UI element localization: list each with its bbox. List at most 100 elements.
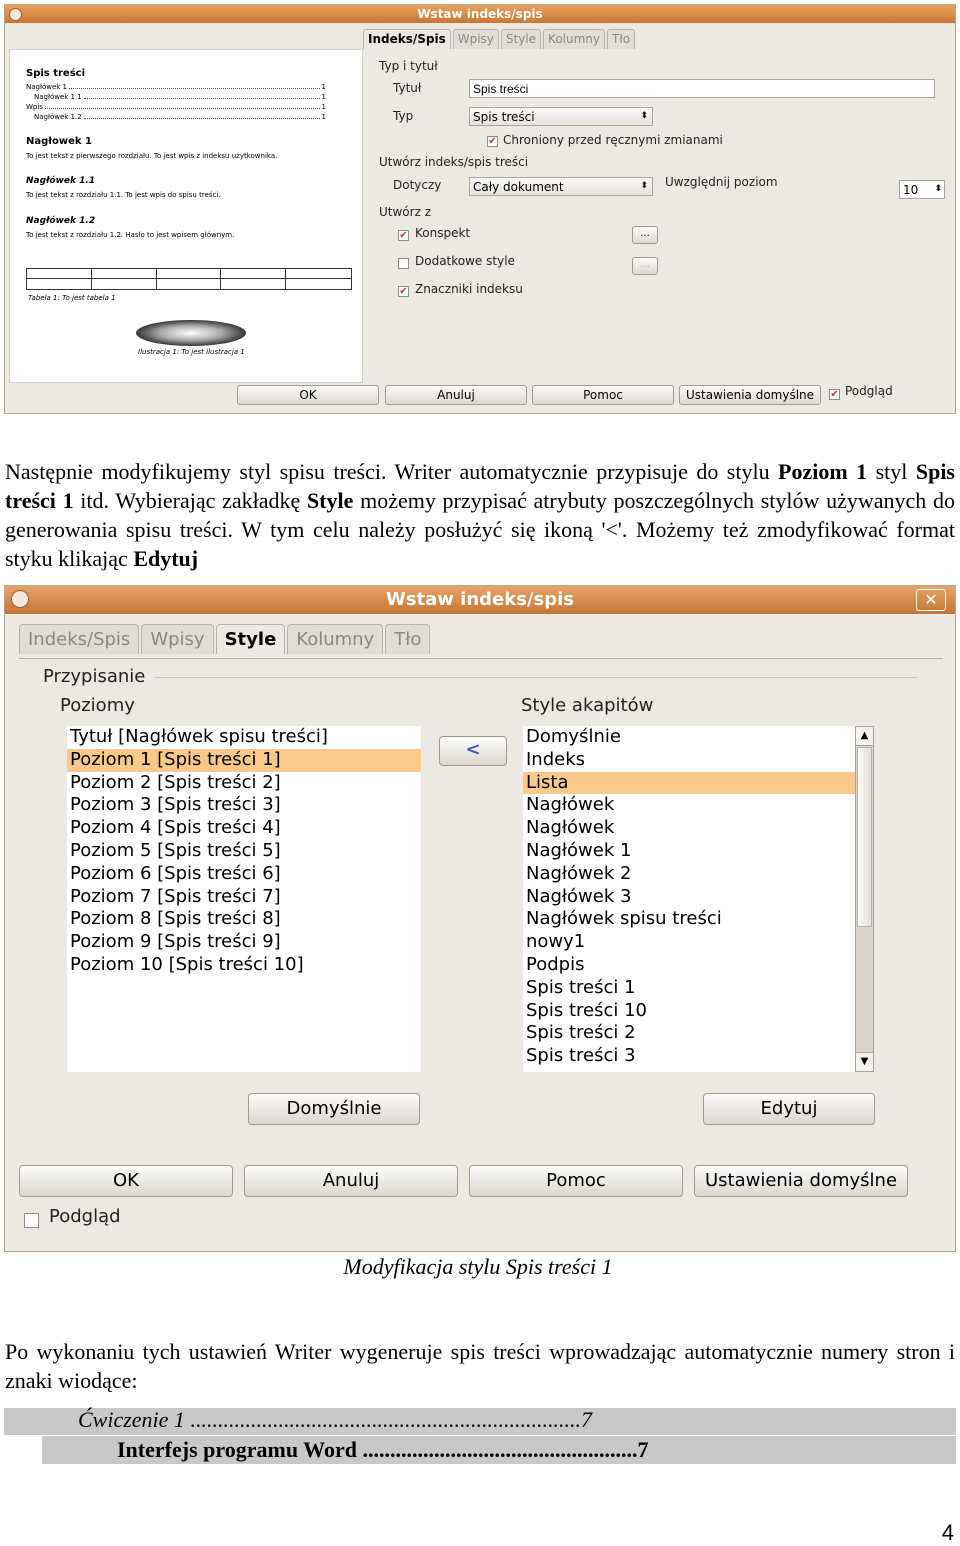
tab-styles[interactable]: Style [215,624,286,654]
window-menu-icon[interactable] [11,590,29,608]
list-item[interactable]: Poziom 3 [Spis treści 3] [67,794,421,817]
preview-t1: To jest tekst z pierwszego rozdziału. To… [26,152,278,160]
type-select[interactable]: Spis treści ⬍ [469,107,653,126]
index-marks-label: Znaczniki indeksu [415,282,523,296]
tab-index[interactable]: Indeks/Spis [19,624,140,654]
preview-image-caption: Ilustracja 1: To jest ilustracja 1 [138,348,245,356]
level-label: Uwzględnij poziom [665,175,778,189]
tab-index[interactable]: Indeks/Spis [363,29,451,49]
list-item[interactable]: Podpis [523,954,855,977]
preview-toc-line: Nagłówek 1.1 1 [34,93,326,101]
list-item[interactable]: Nagłówek [523,794,855,817]
tab-styles[interactable]: Style [500,29,542,49]
preview-checkbox[interactable] [24,1213,39,1228]
protected-label: Chroniony przed ręcznymi zmianami [503,133,723,147]
levels-list[interactable]: Tytuł [Nagłówek spisu treści] Poziom 1 [… [67,726,421,1072]
list-item[interactable]: Nagłówek 1 [523,840,855,863]
list-item[interactable]: Poziom 8 [Spis treści 8] [67,908,421,931]
preview-table [26,268,352,290]
group-assign: Przypisanie [43,666,146,687]
default-button[interactable]: Domyślnie [248,1093,420,1125]
styles-label: Style akapitów [521,695,654,716]
list-item-selected[interactable]: Poziom 1 [Spis treści 1] [67,748,421,772]
spin-arrows-icon: ⬍ [640,111,648,121]
list-item[interactable]: Domyślnie [523,726,855,749]
list-item[interactable]: nowy1 [523,931,855,954]
figure-caption: Modyfikacja stylu Spis treści 1 [343,1254,613,1279]
list-item[interactable]: Spis treści 1 [523,977,855,1000]
window-menu-icon[interactable] [9,8,22,21]
group-separator [155,677,917,678]
reset-button[interactable]: Ustawienia domyślne [679,385,821,405]
cancel-button[interactable]: Anuluj [244,1165,458,1197]
index-marks-checkbox[interactable]: ✔ [398,286,409,297]
ok-button[interactable]: OK [237,385,379,405]
scroll-down-icon[interactable]: ▼ [856,1052,873,1071]
levels-label: Poziomy [60,695,135,716]
type-label: Typ [393,109,414,123]
bold-level1: Poziom 1 [778,459,868,484]
outline-checkbox[interactable]: ✔ [398,230,409,241]
tab-background[interactable]: Tło [607,29,636,49]
close-icon[interactable]: ✕ [916,589,946,611]
dialog-title: Wstaw indeks/spis [417,7,543,21]
list-item[interactable]: Nagłówek 3 [523,886,855,909]
page-number: 4 [941,1520,954,1545]
styles-scrollbar[interactable]: ▲ ▼ [855,726,874,1072]
spin-arrows-icon: ⬍ [934,184,942,194]
bold-edit: Edytuj [133,546,199,571]
list-item[interactable]: Poziom 4 [Spis treści 4] [67,817,421,840]
list-item[interactable]: Poziom 7 [Spis treści 7] [67,886,421,909]
tab-columns[interactable]: Kolumny [543,29,605,49]
spin-arrows-icon: ⬍ [640,181,648,191]
outline-dots-button[interactable]: ... [632,226,658,244]
list-item[interactable]: Poziom 2 [Spis treści 2] [67,772,421,795]
extra-styles-dots-button[interactable]: ... [632,257,658,275]
reset-button[interactable]: Ustawienia domyślne [694,1165,908,1197]
level-spinner[interactable]: 10 ⬍ [899,180,945,199]
list-item[interactable]: Indeks [523,749,855,772]
scroll-thumb[interactable] [857,747,872,927]
preview-h12: Nagłówek 1.2 [26,216,96,226]
tab-entries[interactable]: Wpisy [452,29,499,49]
list-item[interactable]: Nagłówek spisu treści [523,908,855,931]
list-item[interactable]: Spis treści 10 [523,1000,855,1023]
level-value: 10 [903,183,919,197]
tab-entries[interactable]: Wpisy [141,624,214,654]
list-item-selected[interactable]: Lista [523,771,855,795]
list-item[interactable]: Nagłówek [523,817,855,840]
edit-button[interactable]: Edytuj [703,1093,875,1125]
scope-select[interactable]: Cały dokument ⬍ [469,177,653,196]
list-item[interactable]: Nagłówek 2 [523,863,855,886]
dialog-title-bar: Wstaw indeks/spis [5,5,955,23]
list-item[interactable]: Poziom 6 [Spis treści 6] [67,863,421,886]
list-item[interactable]: Poziom 5 [Spis treści 5] [67,840,421,863]
tab-background[interactable]: Tło [385,624,431,654]
tab-columns[interactable]: Kolumny [287,624,384,654]
scope-label: Dotyczy [393,178,442,192]
list-item[interactable]: Tytuł [Nagłówek spisu treści] [67,726,421,749]
toc-line-2: Interfejs programu Word ................… [117,1437,649,1462]
title-input[interactable] [469,79,935,98]
list-item[interactable]: Poziom 10 [Spis treści 10] [67,954,421,977]
extra-styles-checkbox[interactable] [398,258,409,269]
extra-styles-label: Dodatkowe style [415,254,515,268]
scroll-up-icon[interactable]: ▲ [856,727,873,746]
preview-t12: To jest tekst z rozdziału 1.2. Hasło to … [26,231,235,239]
cancel-button[interactable]: Anuluj [385,385,527,405]
bold-style: Style [306,488,354,513]
help-button[interactable]: Pomoc [469,1165,683,1197]
protected-checkbox[interactable]: ✔ [487,136,498,147]
preview-toc-line: Nagłówek 1.2 1 [34,113,326,121]
styles-list[interactable]: Domyślnie Indeks Lista Nagłówek Nagłówek… [523,726,855,1072]
list-item[interactable]: Spis treści 3 [523,1045,855,1068]
ok-button[interactable]: OK [19,1165,233,1197]
preview-t11: To jest tekst z rozdziału 1.1. To jest w… [26,191,221,199]
list-item[interactable]: Poziom 9 [Spis treści 9] [67,931,421,954]
assign-style-button[interactable]: < [439,736,507,766]
help-button[interactable]: Pomoc [532,385,674,405]
list-item[interactable]: Spis treści 2 [523,1022,855,1045]
toc-line-1: Ćwiczenie 1 ............................… [78,1407,592,1432]
paragraph-intro: Następnie modyfikujemy styl spisu treści… [5,459,955,571]
preview-checkbox[interactable]: ✔ [829,389,840,400]
